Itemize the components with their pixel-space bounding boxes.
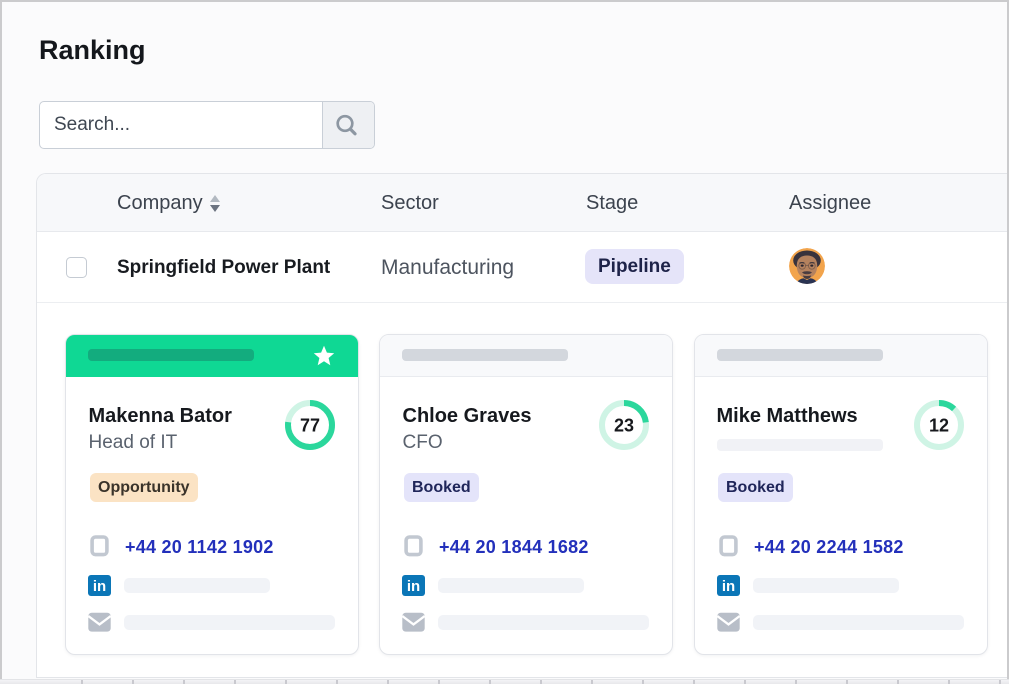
svg-text:in: in [407, 578, 420, 595]
svg-text:in: in [722, 578, 735, 595]
svg-text:77: 77 [300, 416, 320, 436]
svg-text:12: 12 [929, 416, 949, 436]
svg-text:in: in [93, 578, 106, 595]
svg-text:23: 23 [614, 416, 634, 436]
